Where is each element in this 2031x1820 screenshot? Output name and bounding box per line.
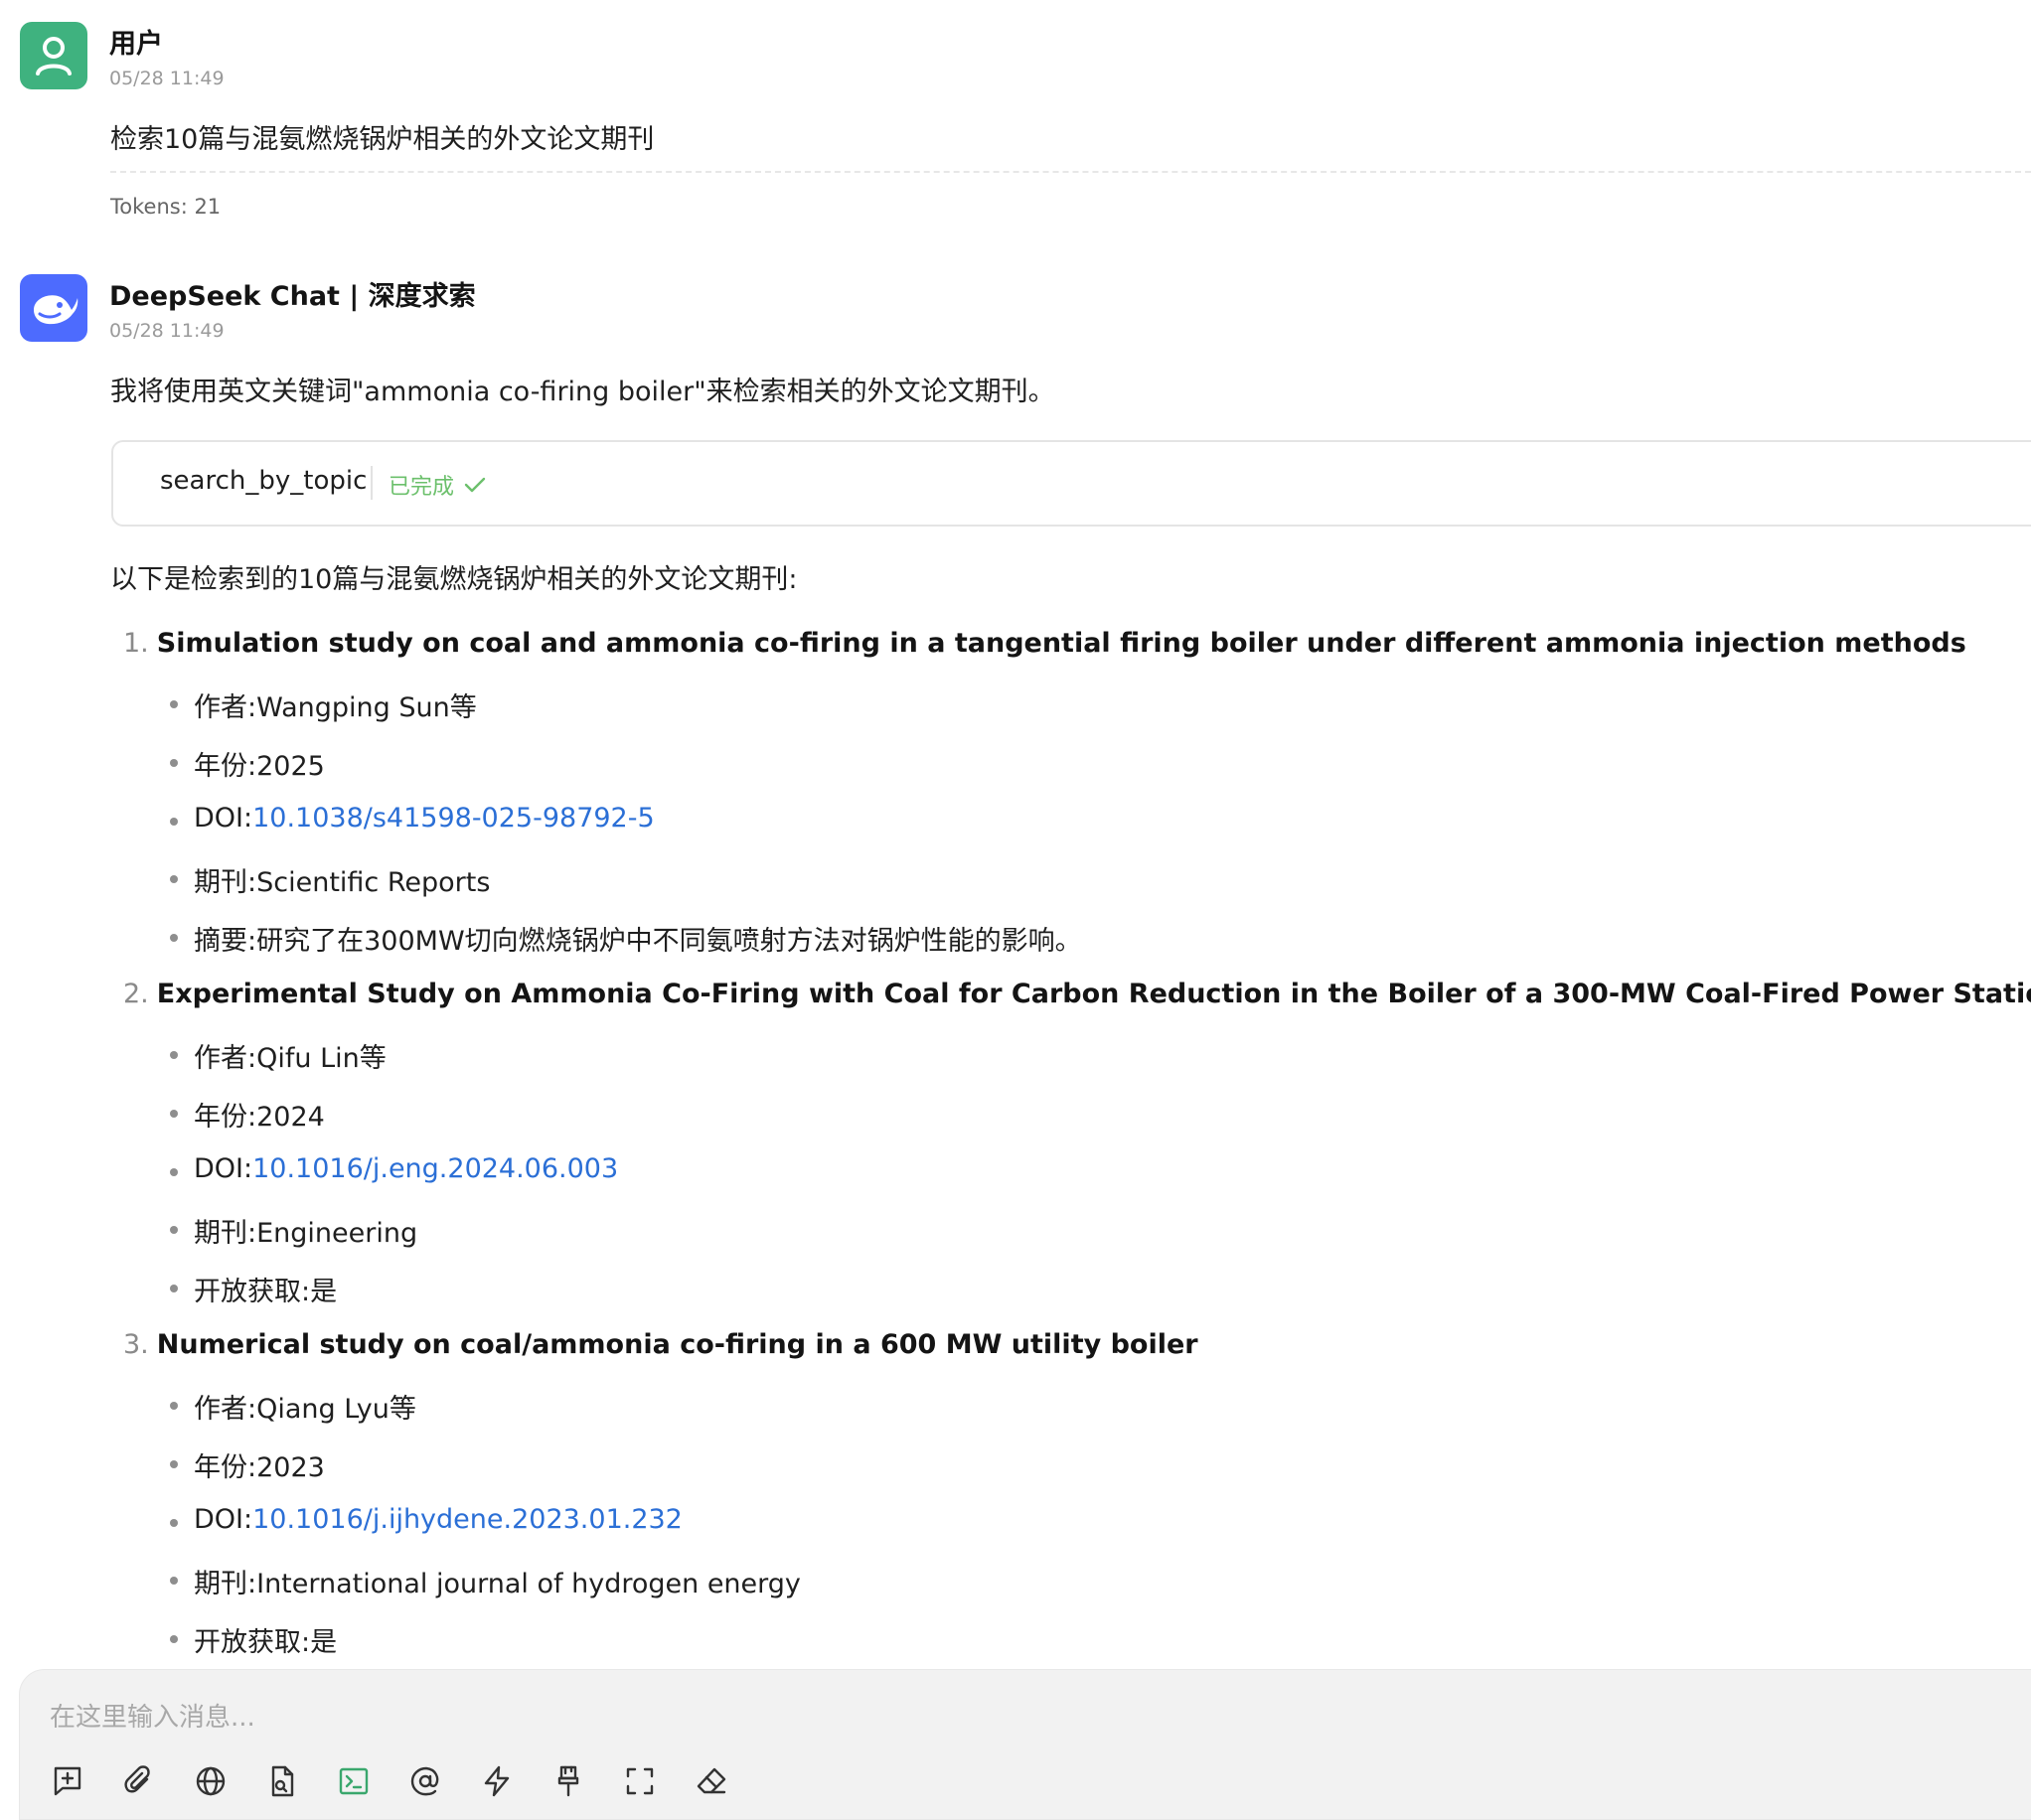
paper-title-text: Experimental Study on Ammonia Co-Firing … [156,979,2031,1009]
assistant-message-time: 05/28 11:49 [109,320,225,342]
paper-1-journal: 期刊:Scientific Reports [194,867,491,898]
paper-2-author: 作者:Qifu Lin等 [194,1043,387,1074]
attachment-icon [124,1765,150,1793]
bullet [170,1285,178,1292]
assistant-avatar[interactable] [20,274,87,342]
tool-status-label: 已完成 [389,475,455,500]
tool-status: 已完成 [389,469,486,501]
doi-link[interactable]: 10.1016/j.ijhydene.2023.01.232 [252,1504,683,1535]
message-divider [110,171,2031,173]
terminal-icon [339,1767,369,1795]
paper-3-open-access: 开放获取:是 [194,1627,338,1658]
bullet [170,1577,178,1585]
paper-3-author: 作者:Qiang Lyu等 [194,1394,416,1425]
paper-number: 1. [123,628,149,659]
message-composer [19,1669,2031,1820]
token-count: Tokens: 21 [110,195,222,219]
bullet [170,1110,178,1118]
pin-button[interactable] [548,1761,588,1801]
paper-1-author: 作者:Wangping Sun等 [194,692,477,723]
pin-icon [557,1765,579,1797]
bullet [170,1226,178,1234]
paper-2-year: 年份:2024 [194,1102,325,1133]
bullet [170,1460,178,1468]
bullet [170,700,178,708]
deepseek-whale-icon [34,295,78,325]
bullet [170,1051,178,1059]
user-message-time: 05/28 11:49 [109,68,225,89]
user-avatar[interactable] [20,22,87,89]
terminal-button[interactable] [334,1761,374,1801]
results-intro: 以下是检索到的10篇与混氨燃烧锅炉相关的外文论文期刊: [110,564,798,595]
paper-2-journal: 期刊:Engineering [194,1218,418,1249]
clear-button[interactable] [692,1761,731,1801]
mention-button[interactable] [405,1761,445,1801]
bullet [170,1519,178,1527]
paper-1-abstract: 摘要:研究了在300MW切向燃烧锅炉中不同氨喷射方法对锅炉性能的影响。 [194,926,1082,957]
bullet [170,818,178,826]
tool-separator [371,466,373,500]
fullscreen-button[interactable] [620,1761,660,1801]
paper-title-3: 3. Numerical study on coal/ammonia co-fir… [123,1329,1198,1360]
paper-3-doi: DOI:10.1016/j.ijhydene.2023.01.232 [194,1504,683,1535]
check-icon [464,477,486,493]
assistant-message-text: 我将使用英文关键词"ammonia co-firing boiler"来检索相关… [110,377,1055,407]
paper-number: 2. [123,979,149,1009]
paper-1-year: 年份:2025 [194,751,325,782]
paper-3-year: 年份:2023 [194,1452,325,1483]
web-search-icon [196,1766,226,1796]
eraser-icon [697,1767,726,1794]
user-message-text: 检索10篇与混氨燃烧锅炉相关的外文论文期刊 [110,124,655,155]
bullet [170,759,178,767]
paper-3-journal: 期刊:International journal of hydrogen ene… [194,1569,801,1599]
quick-phrase-icon [484,1765,510,1797]
paper-title-text: Numerical study on coal/ammonia co-firin… [156,1329,1198,1360]
doi-link[interactable]: 10.1038/s41598-025-98792-5 [252,803,655,834]
bullet [170,875,178,883]
file-search-icon [271,1765,294,1797]
tool-name: search_by_topic [160,466,368,496]
new-topic-icon [54,1766,81,1796]
attachment-button[interactable] [119,1761,159,1801]
paper-title-2: 2. Experimental Study on Ammonia Co-Firin… [123,979,2031,1009]
file-search-button[interactable] [262,1761,302,1801]
message-input[interactable] [50,1698,1938,1738]
quick-phrase-button[interactable] [477,1761,517,1801]
new-topic-button[interactable] [48,1761,87,1801]
tool-call-card[interactable]: search_by_topic 已完成 [111,440,2031,527]
user-name: 用户 [109,29,163,60]
paper-2-doi: DOI:10.1016/j.eng.2024.06.003 [194,1153,619,1184]
assistant-name: DeepSeek Chat | 深度求索 [109,281,476,312]
user-icon [36,37,72,76]
bullet [170,1168,178,1176]
bullet [170,1635,178,1643]
paper-2-open-access: 开放获取:是 [194,1277,338,1307]
bullet [170,934,178,942]
bullet [170,1402,178,1410]
paper-number: 3. [123,1329,149,1360]
chat-window: 用户 05/28 11:49 检索10篇与混氨燃烧锅炉相关的外文论文期刊 Tok… [0,0,2031,1820]
fullscreen-icon [626,1767,654,1795]
paper-title-1: 1. Simulation study on coal and ammonia c… [123,628,1966,659]
web-search-button[interactable] [191,1761,231,1801]
doi-link[interactable]: 10.1016/j.eng.2024.06.003 [252,1153,618,1184]
paper-title-text: Simulation study on coal and ammonia co-… [156,628,1966,659]
mention-icon [410,1766,439,1796]
paper-1-doi: DOI:10.1038/s41598-025-98792-5 [194,803,655,834]
